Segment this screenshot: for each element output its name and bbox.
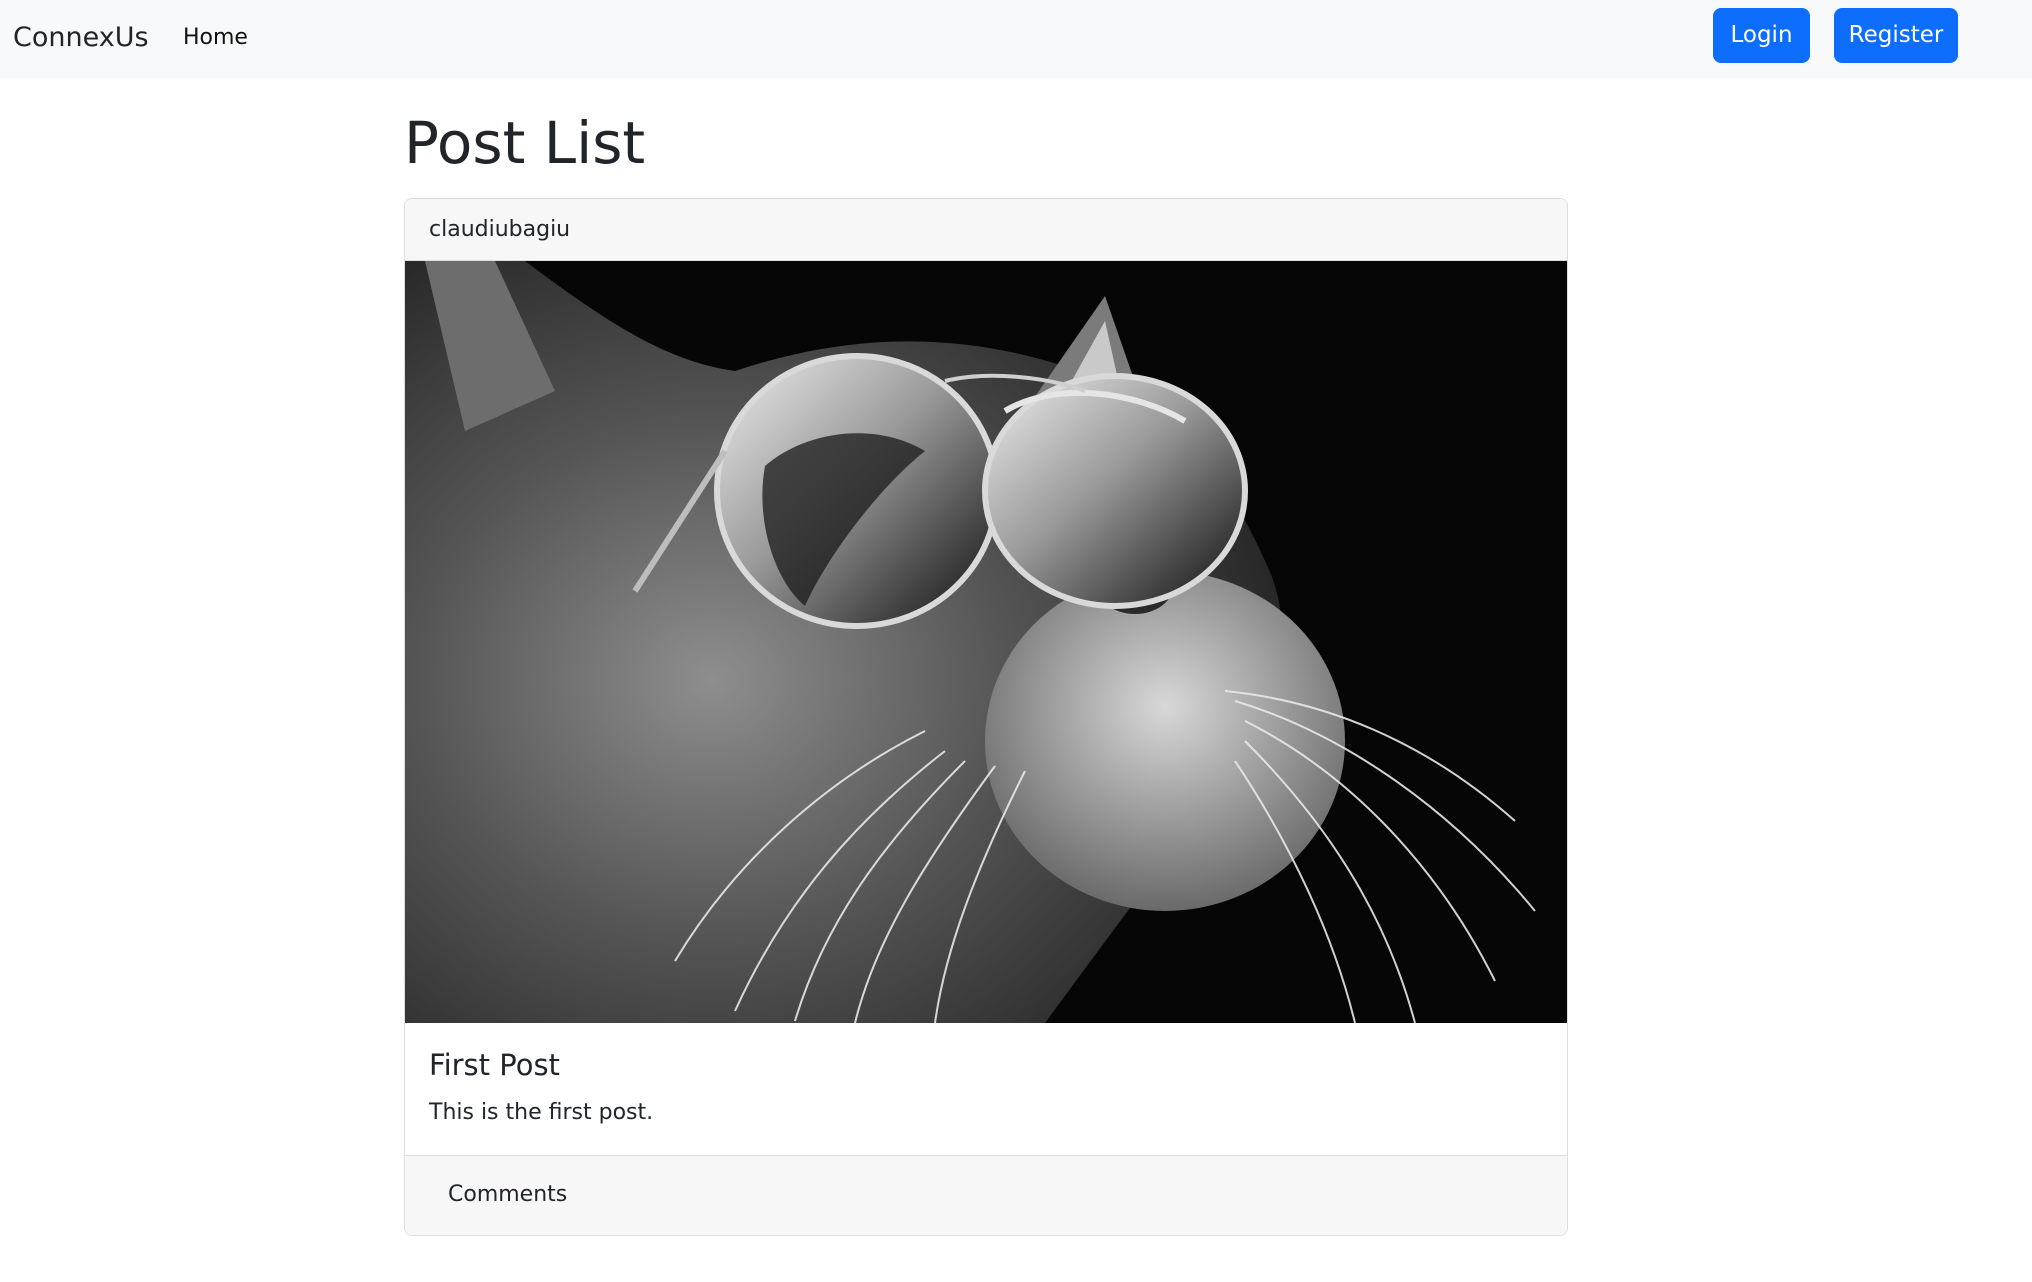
login-button[interactable]: Login [1713,8,1810,63]
page-title: Post List [404,109,646,177]
post-title: First Post [429,1048,560,1082]
comments-button[interactable]: Comments [448,1179,567,1211]
post-card-footer: Comments [405,1155,1567,1235]
top-navbar: ConnexUs Home Login Register [0,0,2032,78]
post-text: This is the first post. [429,1100,654,1125]
post-image [405,261,1567,1023]
brand-link[interactable]: ConnexUs [13,18,149,58]
post-username: claudiubagiu [429,217,571,242]
post-card-header: claudiubagiu [405,199,1567,261]
register-button[interactable]: Register [1834,8,1958,63]
post-card: claudiubagiu First Post This is the firs… [404,198,1568,1236]
nav-home-link[interactable]: Home [183,21,248,55]
